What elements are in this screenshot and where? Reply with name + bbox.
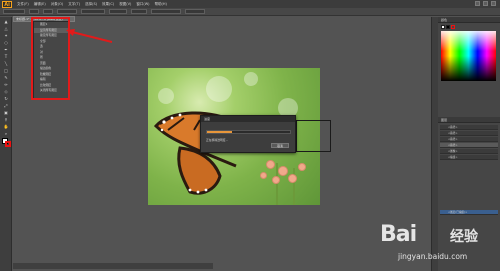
pen-tool-icon[interactable]: ✒ <box>3 47 9 52</box>
direct-selection-tool-icon[interactable]: △ <box>3 26 9 31</box>
transform-controls[interactable] <box>185 9 205 14</box>
fill-dropdown[interactable] <box>29 9 39 14</box>
color-mini-swatches <box>441 25 455 29</box>
paintbrush-tool-icon[interactable]: ✎ <box>3 75 9 80</box>
eraser-tool-icon[interactable]: ◇ <box>3 89 9 94</box>
maximize-button[interactable] <box>483 1 488 6</box>
progress-bar <box>206 130 291 134</box>
flower-bud <box>260 172 267 179</box>
dialog-status-text: 正在移除透明度... <box>206 138 229 142</box>
menu-edit[interactable]: 编辑(E) <box>34 2 46 7</box>
rotate-tool-icon[interactable]: ↻ <box>3 96 9 101</box>
bokeh-light <box>206 76 232 102</box>
magic-wand-tool-icon[interactable]: ✦ <box>3 33 9 38</box>
menu-effect[interactable]: 效果(C) <box>102 2 114 7</box>
flower-bud <box>288 174 297 183</box>
black-swatch[interactable] <box>446 25 450 29</box>
menu-file[interactable]: 文件(F) <box>17 2 29 7</box>
style-dropdown[interactable] <box>131 9 147 14</box>
selection-indicator <box>3 9 25 14</box>
stroke-dropdown[interactable] <box>43 9 53 14</box>
window-controls <box>475 1 496 6</box>
selection-outline <box>296 120 331 152</box>
progress-dialog: 进度 正在移除透明度... 取消 <box>200 115 296 153</box>
watermark-logo-tail: 经验 <box>450 229 478 245</box>
zoom-tool-icon[interactable]: ⌕ <box>3 131 9 136</box>
color-panel-tab[interactable]: 颜色 <box>438 17 500 23</box>
watermark-url: jingyan.baidu.com <box>398 252 468 261</box>
bokeh-light <box>158 88 174 104</box>
menu-object[interactable]: 对象(O) <box>51 2 64 7</box>
flower-bud <box>298 163 306 171</box>
layer-row[interactable]: <路径> <box>440 137 498 142</box>
close-button[interactable] <box>491 1 496 6</box>
progress-bar-fill <box>207 131 232 133</box>
layer-row[interactable]: <路径> <box>440 131 498 136</box>
flower-bud <box>272 176 280 184</box>
stroke-swatch[interactable] <box>5 141 11 147</box>
selection-tool-icon[interactable]: ▲ <box>3 19 9 24</box>
bokeh-light <box>244 72 258 86</box>
layers-panel-tab[interactable]: 图层 <box>438 117 500 123</box>
menu-type[interactable]: 文字(T) <box>68 2 80 7</box>
annotation-highlight-box <box>31 17 70 100</box>
stroke-weight-field[interactable] <box>57 9 77 14</box>
scale-tool-icon[interactable]: ⤢ <box>3 103 9 108</box>
gradient-tool-icon[interactable]: ▣ <box>3 110 9 115</box>
illustrator-window: Ai 文件(F) 编辑(E) 对象(O) 文字(T) 选择(S) 效果(C) 视… <box>0 0 500 271</box>
menu-window[interactable]: 窗口(W) <box>136 2 149 7</box>
baidu-jingyan-watermark: Bai 经验 jingyan.baidu.com <box>380 222 498 268</box>
layer-row[interactable]: <图像> <box>440 149 498 154</box>
flower-bud <box>266 160 275 169</box>
white-swatch[interactable] <box>441 25 445 29</box>
layer-row[interactable]: <编组> <box>440 155 498 160</box>
annotation-arrow-icon <box>66 29 112 43</box>
rectangle-tool-icon[interactable]: □ <box>3 68 9 73</box>
pencil-tool-icon[interactable]: ✏ <box>3 82 9 87</box>
color-spectrum[interactable] <box>441 31 496 81</box>
layer-row[interactable]: <路径> <box>440 143 498 148</box>
lasso-tool-icon[interactable]: ○ <box>3 40 9 45</box>
menu-help[interactable]: 帮助(H) <box>155 2 167 7</box>
status-bar <box>13 263 213 269</box>
menu-view[interactable]: 视图(V) <box>119 2 131 7</box>
align-controls[interactable] <box>151 9 181 14</box>
watermark-logo: Bai <box>380 222 417 247</box>
app-logo: Ai <box>2 0 12 8</box>
control-bar <box>0 8 500 16</box>
dialog-title: 进度 <box>201 116 295 122</box>
brush-dropdown[interactable] <box>81 9 105 14</box>
flower-bud <box>278 166 288 176</box>
hand-tool-icon[interactable]: ✋ <box>3 124 9 129</box>
menu-bar: Ai 文件(F) 编辑(E) 对象(O) 文字(T) 选择(S) 效果(C) 视… <box>0 0 500 8</box>
none-swatch[interactable] <box>451 25 455 29</box>
opacity-field[interactable] <box>109 9 127 14</box>
menu-select[interactable]: 选择(S) <box>85 2 97 7</box>
eyedropper-tool-icon[interactable]: ⚲ <box>3 117 9 122</box>
minimize-button[interactable] <box>475 1 480 6</box>
tools-panel: ▲ △ ✦ ○ ✒ T ╲ □ ✎ ✏ ◇ ↻ ⤢ ▣ ⚲ ✋ ⌕ <box>0 17 12 271</box>
type-tool-icon[interactable]: T <box>3 54 9 59</box>
current-layer-row[interactable]: <图层(已编组)> <box>440 210 498 215</box>
layer-row[interactable]: <路径> <box>440 125 498 130</box>
cancel-button[interactable]: 取消 <box>271 143 289 148</box>
line-tool-icon[interactable]: ╲ <box>3 61 9 66</box>
